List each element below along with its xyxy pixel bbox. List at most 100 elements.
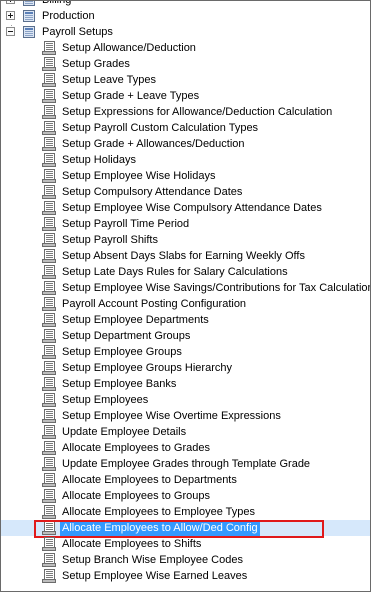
tree-item[interactable]: Setup Payroll Time Period <box>1 216 370 232</box>
document-icon <box>42 137 56 151</box>
tree-item-label[interactable]: Allocate Employees to Allow/Ded Config <box>60 520 260 536</box>
tree-item-label[interactable]: Setup Department Groups <box>60 328 192 344</box>
tree-item[interactable]: Allocate Employees to Grades <box>1 440 370 456</box>
tree-item-label[interactable]: Setup Grade + Leave Types <box>60 88 201 104</box>
tree-item[interactable]: Setup Compulsory Attendance Dates <box>1 184 370 200</box>
tree-item-label[interactable]: Allocate Employees to Departments <box>60 472 239 488</box>
tree-item-label[interactable]: Setup Employee Wise Earned Leaves <box>60 568 249 584</box>
tree-item[interactable]: Setup Employees <box>1 392 370 408</box>
tree-item[interactable]: Allocate Employees to Groups <box>1 488 370 504</box>
document-icon <box>42 441 56 455</box>
tree-item-label[interactable]: Setup Employee Wise Compulsory Attendanc… <box>60 200 324 216</box>
tree-item[interactable]: Setup Employee Departments <box>1 312 370 328</box>
tree-node-production[interactable]: Production <box>1 8 370 24</box>
tree-item[interactable]: Setup Late Days Rules for Salary Calcula… <box>1 264 370 280</box>
expand-toggle-icon[interactable] <box>6 1 15 4</box>
document-icon <box>42 361 56 375</box>
tree-item-label[interactable]: Setup Employee Groups <box>60 344 184 360</box>
tree-item-label[interactable]: Setup Allowance/Deduction <box>60 40 198 56</box>
tree-item-label[interactable]: Setup Employee Wise Overtime Expressions <box>60 408 283 424</box>
tree-item[interactable]: Setup Grade + Leave Types <box>1 88 370 104</box>
tree-node-label[interactable]: Production <box>40 8 97 24</box>
tree-node-label[interactable]: Payroll Setups <box>40 24 115 40</box>
tree-item[interactable]: Allocate Employees to Shifts <box>1 536 370 552</box>
document-icon <box>42 73 56 87</box>
tree-item-label[interactable]: Setup Grade + Allowances/Deduction <box>60 136 247 152</box>
tree-node-payroll-setups[interactable]: Payroll Setups <box>1 24 370 40</box>
tree-item-label[interactable]: Setup Holidays <box>60 152 138 168</box>
tree-item-label[interactable]: Setup Employee Wise Holidays <box>60 168 217 184</box>
tree-item-label[interactable]: Setup Employee Wise Savings/Contribution… <box>60 280 370 296</box>
tree-item-label[interactable]: Setup Leave Types <box>60 72 158 88</box>
document-icon <box>42 153 56 167</box>
document-icon <box>42 313 56 327</box>
tree-item-label[interactable]: Setup Payroll Custom Calculation Types <box>60 120 260 136</box>
tree-item[interactable]: Setup Employee Groups <box>1 344 370 360</box>
tree-item-label[interactable]: Setup Employee Departments <box>60 312 211 328</box>
collapse-toggle-icon[interactable] <box>6 27 15 36</box>
tree-node-label[interactable]: Billing <box>40 1 73 8</box>
tree-item[interactable]: Setup Employee Wise Compulsory Attendanc… <box>1 200 370 216</box>
tree-item-selected[interactable]: Allocate Employees to Allow/Ded Config <box>1 520 370 538</box>
tree-item[interactable]: Setup Holidays <box>1 152 370 168</box>
document-icon <box>42 185 56 199</box>
document-icon <box>42 425 56 439</box>
tree-item-label[interactable]: Update Employee Grades through Template … <box>60 456 312 472</box>
tree-item-label[interactable]: Setup Grades <box>60 56 132 72</box>
tree-item-label[interactable]: Setup Employees <box>60 392 150 408</box>
tree-item-label[interactable]: Setup Expressions for Allowance/Deductio… <box>60 104 334 120</box>
tree-item-label[interactable]: Setup Employee Banks <box>60 376 178 392</box>
tree-item[interactable]: Setup Payroll Shifts <box>1 232 370 248</box>
tree-item[interactable]: Setup Grades <box>1 56 370 72</box>
tree-item[interactable]: Allocate Employees to Employee Types <box>1 504 370 520</box>
document-icon <box>42 57 56 71</box>
tree-item[interactable]: Setup Leave Types <box>1 72 370 88</box>
document-icon <box>42 89 56 103</box>
tree-item[interactable]: Payroll Account Posting Configuration <box>1 296 370 312</box>
tree-item-label[interactable]: Allocate Employees to Shifts <box>60 536 203 552</box>
tree-item[interactable]: Setup Employee Wise Overtime Expressions <box>1 408 370 424</box>
tree-item[interactable]: Setup Employee Wise Earned Leaves <box>1 568 370 584</box>
tree-item-label[interactable]: Setup Compulsory Attendance Dates <box>60 184 244 200</box>
tree-item[interactable]: Setup Employee Groups Hierarchy <box>1 360 370 376</box>
tree-item-label[interactable]: Setup Employee Groups Hierarchy <box>60 360 234 376</box>
tree-item-label[interactable]: Setup Payroll Time Period <box>60 216 191 232</box>
tree-item-label[interactable]: Setup Payroll Shifts <box>60 232 160 248</box>
tree-item[interactable]: Setup Allowance/Deduction <box>1 40 370 56</box>
tree-item[interactable]: Update Employee Details <box>1 424 370 440</box>
document-icon <box>42 105 56 119</box>
tree-item[interactable]: Setup Employee Wise Savings/Contribution… <box>1 280 370 296</box>
tree-item[interactable]: Setup Employee Banks <box>1 376 370 392</box>
document-icon <box>42 201 56 215</box>
tree-item[interactable]: Setup Absent Days Slabs for Earning Week… <box>1 248 370 264</box>
document-icon <box>42 409 56 423</box>
tree-item[interactable]: Setup Employee Wise Holidays <box>1 168 370 184</box>
tree-item-label[interactable]: Update Employee Details <box>60 424 188 440</box>
document-icon <box>42 265 56 279</box>
tree-item-label[interactable]: Setup Branch Wise Employee Codes <box>60 552 245 568</box>
tree-view-panel: Billing Production Payroll Setups Setup All… <box>0 0 371 592</box>
tree-item-label[interactable]: Allocate Employees to Groups <box>60 488 212 504</box>
document-icon <box>42 521 56 535</box>
folder-icon <box>23 26 35 38</box>
tree-item-label[interactable]: Payroll Account Posting Configuration <box>60 296 248 312</box>
tree-item-label[interactable]: Allocate Employees to Grades <box>60 440 212 456</box>
tree-item[interactable]: Setup Payroll Custom Calculation Types <box>1 120 370 136</box>
expand-toggle-icon[interactable] <box>6 11 15 20</box>
tree-item[interactable]: Setup Department Groups <box>1 328 370 344</box>
tree-item-label[interactable]: Allocate Employees to Employee Types <box>60 504 257 520</box>
tree-item[interactable]: Setup Grade + Allowances/Deduction <box>1 136 370 152</box>
document-icon <box>42 393 56 407</box>
tree-item[interactable]: Update Employee Grades through Template … <box>1 456 370 472</box>
tree-item-label[interactable]: Setup Absent Days Slabs for Earning Week… <box>60 248 307 264</box>
tree-node-billing[interactable]: Billing <box>1 1 370 8</box>
tree-item-label[interactable]: Setup Late Days Rules for Salary Calcula… <box>60 264 290 280</box>
document-icon <box>42 329 56 343</box>
tree-item[interactable]: Allocate Employees to Departments <box>1 472 370 488</box>
document-icon <box>42 121 56 135</box>
document-icon <box>42 169 56 183</box>
tree-item[interactable]: Setup Expressions for Allowance/Deductio… <box>1 104 370 120</box>
document-icon <box>42 345 56 359</box>
document-icon <box>42 377 56 391</box>
tree-item[interactable]: Setup Branch Wise Employee Codes <box>1 552 370 568</box>
